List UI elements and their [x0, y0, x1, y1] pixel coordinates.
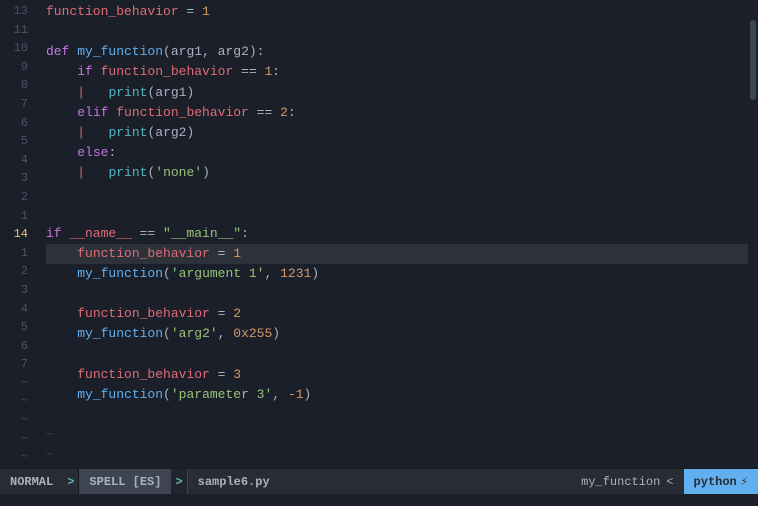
line-num: ~ — [0, 430, 28, 449]
line-num: 6 — [0, 337, 28, 356]
code-line — [46, 183, 748, 203]
line-num: ~ — [0, 374, 28, 393]
status-arrow1: > — [63, 469, 78, 494]
line-num: 2 — [0, 188, 28, 207]
code-line: function_behavior = 1 — [46, 2, 748, 22]
code-line: if __name__ == "__main__": — [46, 224, 748, 244]
code-line: ~ — [46, 465, 748, 468]
status-language: python ⚡ — [684, 469, 758, 494]
scrollbar[interactable] — [748, 0, 758, 468]
line-num-active: 14 — [0, 225, 28, 244]
line-num: 8 — [0, 76, 28, 95]
status-filename: sample6.py — [187, 469, 571, 494]
line-num: ~ — [0, 392, 28, 411]
line-num: 3 — [0, 281, 28, 300]
scrollbar-thumb[interactable] — [750, 20, 756, 100]
code-line: my_function('arg2', 0x255) — [46, 324, 748, 344]
code-line: | print('none') — [46, 163, 748, 183]
line-num: 10 — [0, 39, 28, 58]
line-num: 5 — [0, 318, 28, 337]
line-num: ~ — [0, 467, 28, 468]
code-line: my_function('argument 1', 1231) — [46, 264, 748, 284]
line-num: 1 — [0, 244, 28, 263]
code-line: function_behavior = 2 — [46, 304, 748, 324]
status-spell: SPELL [ES] — [78, 469, 171, 494]
line-num: 4 — [0, 300, 28, 319]
line-num: 1 — [0, 207, 28, 226]
statusbar: NORMAL > SPELL [ES] > sample6.py my_func… — [0, 468, 758, 494]
arrow2-icon: > — [175, 475, 182, 489]
line-num: 13 — [0, 2, 28, 21]
code-line — [46, 405, 748, 425]
line-num: 2 — [0, 262, 28, 281]
code-line: elif function_behavior == 2: — [46, 103, 748, 123]
code-line: my_function('parameter 3', -1) — [46, 385, 748, 405]
code-line-active: function_behavior = 1 — [46, 244, 748, 264]
line-num: ~ — [0, 411, 28, 430]
line-num: 6 — [0, 114, 28, 133]
line-num: 7 — [0, 355, 28, 374]
code-content: function_behavior = 1 def my_function(ar… — [36, 0, 748, 468]
status-function: my_function < — [571, 469, 683, 494]
line-num: 4 — [0, 151, 28, 170]
line-numbers: 13 11 10 9 8 7 6 5 4 3 2 1 14 1 2 3 4 5 … — [0, 0, 36, 468]
code-line: | print(arg1) — [46, 83, 748, 103]
line-num: 7 — [0, 95, 28, 114]
line-num: 5 — [0, 132, 28, 151]
func-name-label: my_function — [581, 475, 660, 489]
code-line — [46, 22, 748, 42]
code-line — [46, 284, 748, 304]
code-line — [46, 203, 748, 223]
line-num: 11 — [0, 21, 28, 40]
status-mode: NORMAL — [0, 469, 63, 494]
spell-label: SPELL [ES] — [89, 475, 161, 489]
status-right-section: my_function < python ⚡ — [571, 469, 758, 494]
lang-label: python — [694, 475, 737, 489]
chevron-icon: < — [666, 475, 673, 489]
status-arrow2: > — [171, 469, 186, 494]
code-line: else: — [46, 143, 748, 163]
mode-label: NORMAL — [10, 475, 53, 489]
line-num: ~ — [0, 448, 28, 467]
lang-icon: ⚡ — [741, 474, 748, 489]
code-line: ~ — [46, 445, 748, 465]
code-line: if function_behavior == 1: — [46, 62, 748, 82]
arrow1-icon: > — [67, 475, 74, 489]
line-num: 3 — [0, 169, 28, 188]
filename-label: sample6.py — [198, 475, 270, 489]
code-line: function_behavior = 3 — [46, 365, 748, 385]
code-line — [46, 344, 748, 364]
code-line: def my_function(arg1, arg2): — [46, 42, 748, 62]
code-editor[interactable]: 13 11 10 9 8 7 6 5 4 3 2 1 14 1 2 3 4 5 … — [0, 0, 758, 468]
line-num: 9 — [0, 58, 28, 77]
code-line: ~ — [46, 425, 748, 445]
code-line: | print(arg2) — [46, 123, 748, 143]
